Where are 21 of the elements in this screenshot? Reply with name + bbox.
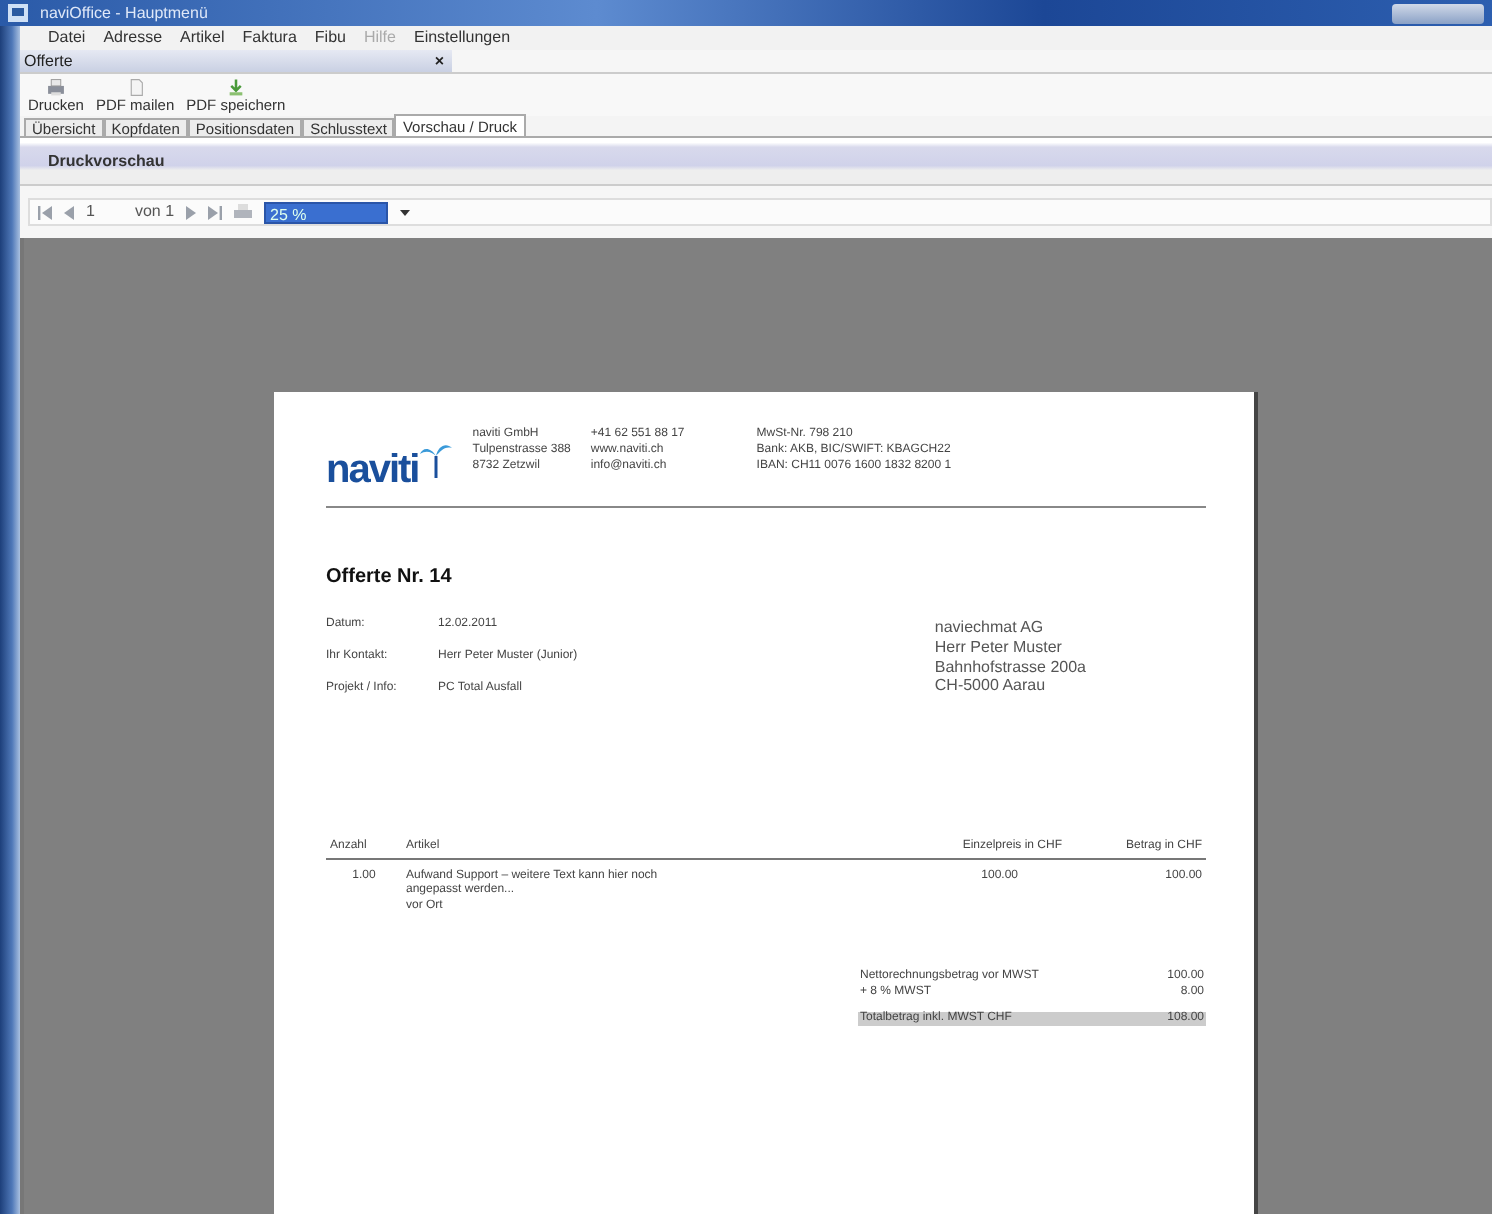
document-tab-label: Offerte — [24, 49, 73, 73]
menu-item[interactable]: Datei — [48, 26, 86, 50]
document-tab[interactable]: Offerte × — [20, 50, 452, 72]
window-controls[interactable] — [1392, 3, 1484, 23]
menu-item[interactable]: Adresse — [103, 26, 163, 50]
close-button[interactable]: × — [434, 49, 444, 73]
menu-item[interactable]: Fibu — [314, 26, 346, 50]
address-line: Bahnhofstrasse 200a — [934, 657, 1086, 677]
menu-item[interactable]: Artikel — [180, 26, 225, 50]
address-line: Herr Peter Muster — [934, 637, 1064, 658]
document-title: Offerte Nr. 14 — [326, 564, 454, 591]
section-title: Druckvorschau — [48, 152, 165, 170]
menu-item[interactable]: Einstellungen — [413, 26, 511, 50]
printer-icon — [43, 78, 68, 97]
address-line: CH-5000 Aarau — [934, 676, 1048, 696]
palm-icon — [420, 442, 453, 479]
logo-text: naviti — [326, 450, 419, 491]
address-line: naviechmat AG — [934, 618, 1046, 638]
menu-item[interactable]: Faktura — [242, 26, 297, 50]
app-icon — [8, 4, 28, 22]
window-title: naviOffice - Hauptmenü — [38, 1, 208, 25]
